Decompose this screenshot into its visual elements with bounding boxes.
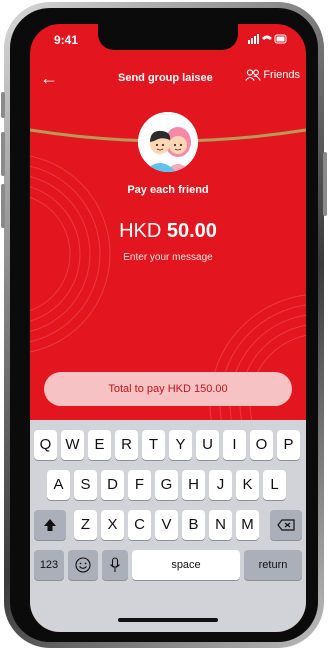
home-indicator: [118, 618, 218, 622]
key-q[interactable]: Q: [34, 430, 57, 460]
key-v[interactable]: V: [155, 510, 178, 540]
key-f[interactable]: F: [128, 470, 151, 500]
app-header: ← Send group laisee Friends: [30, 68, 306, 92]
amount-value: 50.00: [166, 220, 217, 242]
key-y[interactable]: Y: [169, 430, 192, 460]
numbers-key[interactable]: 123: [34, 550, 64, 580]
message-input[interactable]: Enter your message: [30, 252, 306, 263]
key-r[interactable]: R: [115, 430, 138, 460]
shift-key[interactable]: [34, 510, 66, 540]
emoji-key[interactable]: [68, 550, 98, 580]
power-button: [323, 152, 327, 216]
return-key[interactable]: return: [244, 550, 302, 580]
status-time: 9:41: [54, 33, 79, 47]
key-w[interactable]: W: [61, 430, 84, 460]
key-u[interactable]: U: [196, 430, 219, 460]
friends-label: Friends: [263, 69, 300, 81]
page-title: Send group laisee: [118, 72, 213, 84]
mute-switch: [1, 92, 5, 118]
key-d[interactable]: D: [101, 470, 124, 500]
key-b[interactable]: B: [182, 510, 205, 540]
key-i[interactable]: I: [223, 430, 246, 460]
status-icons: [248, 34, 288, 47]
microphone-icon: [110, 557, 120, 572]
key-a[interactable]: A: [47, 470, 70, 500]
friends-icon: [245, 69, 261, 81]
backspace-icon: [277, 519, 295, 531]
amount-display: HKD 50.00: [30, 220, 306, 243]
key-g[interactable]: G: [155, 470, 178, 500]
subtitle: Pay each friend: [127, 184, 209, 196]
app-screen: 9:41 ← Send group laisee Friends Pay eac…: [30, 24, 306, 632]
volume-down-button: [1, 184, 5, 228]
back-arrow-icon[interactable]: ←: [40, 68, 58, 88]
phone-frame: 9:41 ← Send group laisee Friends Pay eac…: [1, 2, 327, 648]
key-h[interactable]: H: [182, 470, 205, 500]
dictation-key[interactable]: [102, 550, 128, 580]
emoji-icon: [75, 557, 91, 573]
signal-wifi-battery-icon: [248, 34, 287, 44]
space-key[interactable]: space: [132, 550, 240, 580]
friends-button[interactable]: Friends: [245, 69, 300, 81]
volume-up-button: [1, 132, 5, 176]
boy-girl-avatar-icon: [138, 112, 198, 172]
currency-label: HKD: [119, 220, 162, 242]
total-pay-button[interactable]: Total to pay HKD 150.00: [44, 372, 292, 406]
key-t[interactable]: T: [142, 430, 165, 460]
key-o[interactable]: O: [250, 430, 273, 460]
key-p[interactable]: P: [277, 430, 300, 460]
key-l[interactable]: L: [263, 470, 286, 500]
key-m[interactable]: M: [236, 510, 259, 540]
friends-avatar: [138, 112, 198, 172]
key-z[interactable]: Z: [74, 510, 97, 540]
key-x[interactable]: X: [101, 510, 124, 540]
key-s[interactable]: S: [74, 470, 97, 500]
key-c[interactable]: C: [128, 510, 151, 540]
notch: [98, 24, 238, 50]
key-j[interactable]: J: [209, 470, 232, 500]
key-k[interactable]: K: [236, 470, 259, 500]
key-n[interactable]: N: [209, 510, 232, 540]
shift-icon: [44, 519, 56, 531]
key-e[interactable]: E: [88, 430, 111, 460]
keyboard: Q W E R T Y U I O P A S D F G H J K L Z …: [30, 420, 306, 632]
backspace-key[interactable]: [270, 510, 302, 540]
